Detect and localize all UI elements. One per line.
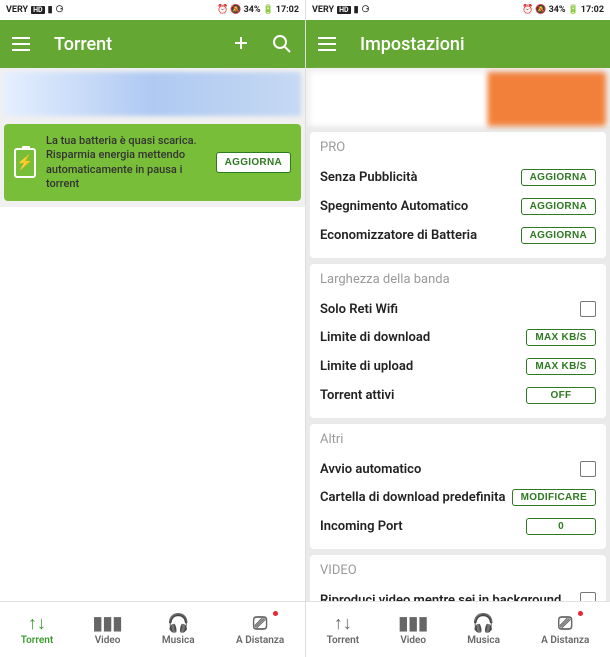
bottom-nav: ↑↓ Torrent ▮▮▮ Video 🎧 Musica ⎚ A Distan…	[306, 601, 610, 657]
clock: 17:02	[581, 5, 604, 15]
row-video-background[interactable]: Riproduci video mentre sei in background	[320, 586, 596, 601]
menu-icon[interactable]	[318, 33, 340, 55]
row-auto-start[interactable]: Avvio automatico	[320, 455, 596, 483]
video-icon: ▮▮▮	[98, 613, 118, 633]
battery-pct: 34%	[244, 5, 261, 15]
status-bar: VERY HD ▮ ⚆ ⏰ 🔕 34% 🔋 17:02	[306, 0, 610, 20]
row-auto-shutdown: Spegnimento Automatico AGGIORNA	[320, 192, 596, 221]
alarm-icon: ⏰	[217, 5, 228, 15]
status-bar: VERY HD ▮ ⚆ ⏰ 🔕 34% 🔋 17:02	[0, 0, 305, 20]
music-icon: 🎧	[474, 613, 494, 633]
battery-low-icon: ⚡	[14, 148, 36, 178]
checkbox[interactable]	[580, 592, 596, 601]
nav-video[interactable]: ▮▮▮ Video	[95, 613, 121, 646]
row-wifi-only[interactable]: Solo Reti Wifi	[320, 295, 596, 323]
signal-icon: ▮	[354, 5, 359, 15]
ad-banner[interactable]	[4, 72, 301, 116]
nav-video[interactable]: ▮▮▮ Video	[400, 613, 426, 646]
search-icon[interactable]	[271, 33, 293, 55]
limit-button[interactable]: MAX KB/S	[526, 358, 596, 375]
checkbox[interactable]	[580, 301, 596, 317]
empty-torrent-list	[0, 207, 305, 601]
add-icon[interactable]	[231, 33, 253, 55]
nav-musica[interactable]: 🎧 Musica	[162, 613, 195, 646]
carrier-label: VERY	[6, 5, 28, 15]
torrent-icon: ↑↓	[27, 613, 47, 633]
battery-icon: 🔋	[568, 5, 579, 15]
notification-dot	[578, 611, 583, 616]
section-pro: PRO Senza Pubblicità AGGIORNA Spegniment…	[310, 132, 606, 258]
nav-torrent[interactable]: ↑↓ Torrent	[327, 613, 359, 646]
nav-musica[interactable]: 🎧 Musica	[467, 613, 500, 646]
battery-pct: 34%	[549, 5, 566, 15]
wifi-icon: ⚆	[362, 5, 370, 15]
alarm-icon: ⏰	[522, 5, 533, 15]
section-bandwidth: Larghezza della banda Solo Reti Wifi Lim…	[310, 264, 606, 418]
nav-torrent[interactable]: ↑↓ Torrent	[21, 613, 53, 646]
ad-banner[interactable]	[310, 72, 606, 126]
screen-settings: VERY HD ▮ ⚆ ⏰ 🔕 34% 🔋 17:02 Impostazioni…	[305, 0, 610, 657]
mute-icon: 🔕	[230, 5, 241, 15]
upgrade-button[interactable]: AGGIORNA	[521, 169, 596, 186]
row-download-limit[interactable]: Limite di download MAX KB/S	[320, 323, 596, 352]
wifi-icon: ⚆	[56, 5, 64, 15]
active-button[interactable]: OFF	[526, 387, 596, 404]
carrier-label: VERY	[312, 5, 334, 15]
app-bar: Torrent	[0, 20, 305, 68]
menu-icon[interactable]	[12, 33, 34, 55]
checkbox[interactable]	[580, 461, 596, 477]
row-no-ads: Senza Pubblicità AGGIORNA	[320, 163, 596, 192]
nav-distanza[interactable]: ⎚ A Distanza	[541, 613, 589, 646]
nav-distanza[interactable]: ⎚ A Distanza	[236, 613, 284, 646]
limit-button[interactable]: MAX KB/S	[526, 329, 596, 346]
remote-icon: ⎚	[555, 613, 575, 633]
section-header: Larghezza della banda	[320, 272, 596, 287]
signal-icon: ▮	[48, 5, 53, 15]
app-bar: Impostazioni	[306, 20, 610, 68]
clock: 17:02	[276, 5, 299, 15]
battery-upgrade-button[interactable]: AGGIORNA	[216, 152, 291, 173]
section-header: Altri	[320, 432, 596, 447]
section-video: VIDEO Riproduci video mentre sei in back…	[310, 555, 606, 601]
notification-dot	[273, 611, 278, 616]
section-header: VIDEO	[320, 563, 596, 578]
music-icon: 🎧	[168, 613, 188, 633]
remote-icon: ⎚	[250, 613, 270, 633]
bottom-nav: ↑↓ Torrent ▮▮▮ Video 🎧 Musica ⎚ A Distan…	[0, 601, 305, 657]
row-battery-saver: Economizzatore di Batteria AGGIORNA	[320, 221, 596, 250]
upgrade-button[interactable]: AGGIORNA	[521, 198, 596, 215]
row-upload-limit[interactable]: Limite di upload MAX KB/S	[320, 352, 596, 381]
hd-badge: HD	[31, 6, 45, 14]
app-title: Impostazioni	[360, 34, 465, 55]
row-incoming-port[interactable]: Incoming Port 0	[320, 512, 596, 541]
battery-banner: ⚡ La tua batteria è quasi scarica. Rispa…	[4, 124, 301, 201]
edit-button[interactable]: MODIFICARE	[512, 489, 596, 506]
video-icon: ▮▮▮	[403, 613, 423, 633]
port-button[interactable]: 0	[526, 518, 596, 535]
battery-msg: La tua batteria è quasi scarica. Risparm…	[46, 134, 206, 191]
row-active-torrents[interactable]: Torrent attivi OFF	[320, 381, 596, 410]
screen-torrent: VERY HD ▮ ⚆ ⏰ 🔕 34% 🔋 17:02 Torrent	[0, 0, 305, 657]
settings-list[interactable]: PRO Senza Pubblicità AGGIORNA Spegniment…	[306, 126, 610, 601]
section-other: Altri Avvio automatico Cartella di downl…	[310, 424, 606, 549]
section-header: PRO	[320, 140, 596, 155]
row-download-folder[interactable]: Cartella di download predefinita MODIFIC…	[320, 483, 596, 512]
battery-icon: 🔋	[263, 5, 274, 15]
torrent-icon: ↑↓	[333, 613, 353, 633]
hd-badge: HD	[337, 6, 351, 14]
upgrade-button[interactable]: AGGIORNA	[521, 227, 596, 244]
mute-icon: 🔕	[535, 5, 546, 15]
app-title: Torrent	[54, 34, 112, 55]
